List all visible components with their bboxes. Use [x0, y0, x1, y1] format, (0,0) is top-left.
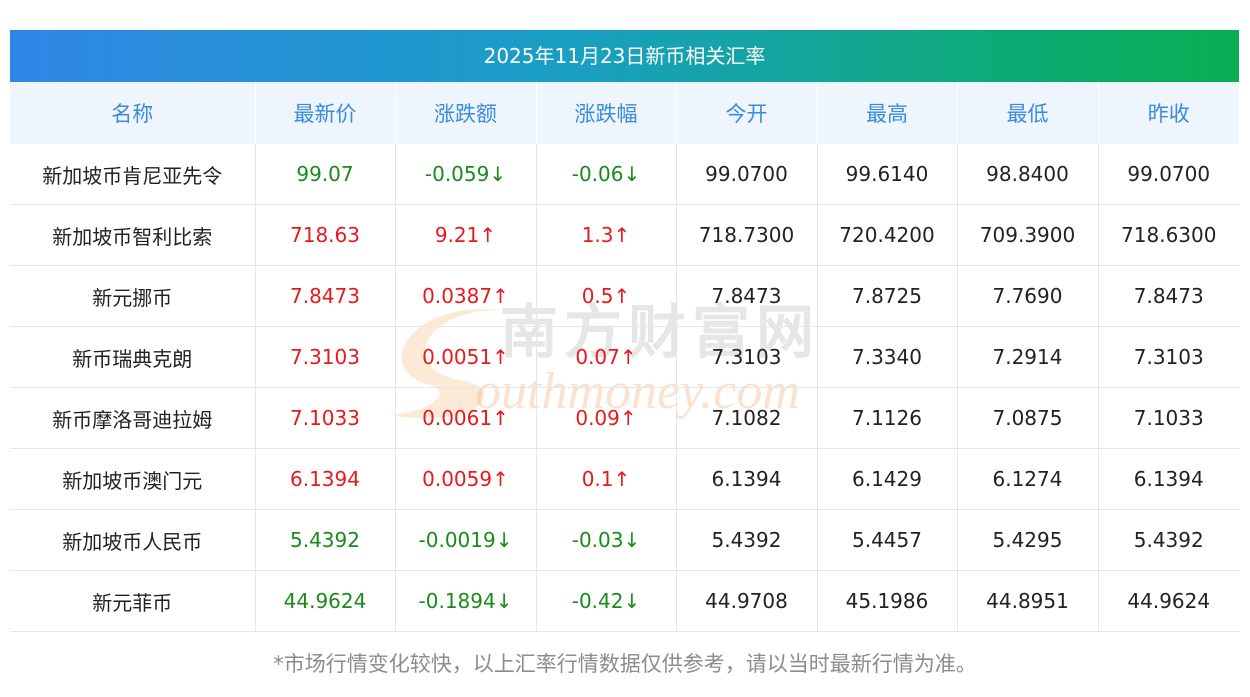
cell-low: 7.2914 — [957, 326, 1099, 388]
cell-change: -0.0019↓ — [395, 509, 537, 571]
cell-low: 44.8951 — [957, 570, 1099, 632]
table-row: 新元菲币 44.9624 -0.1894↓ -0.42↓ 44.9708 45.1986 4… — [10, 570, 1239, 632]
cell-pair-name: 新元挪币 — [10, 265, 256, 327]
table-row: 新加坡币智利比索 718.63 9.21↑ 1.3↑ 718.7300 720.4200 7… — [10, 204, 1239, 266]
cell-low: 7.7690 — [957, 265, 1099, 327]
rates-table: 名称 最新价 涨跌额 涨跌幅 今开 最高 最低 昨收 新加坡币肯尼亚先令 99.0… — [10, 82, 1239, 632]
table-row: 新加坡币澳门元 6.1394 0.0059↑ 0.1↑ 6.1394 6.1429 6.12… — [10, 448, 1239, 510]
cell-change: 9.21↑ — [395, 204, 537, 266]
cell-open: 7.1082 — [676, 387, 818, 449]
cell-high: 7.1126 — [817, 387, 958, 449]
column-header-prev-close: 昨收 — [1098, 82, 1239, 144]
cell-latest-price: 7.8473 — [255, 265, 396, 327]
column-header-high: 最高 — [817, 82, 958, 144]
cell-change-pct: -0.06↓ — [536, 144, 677, 205]
cell-latest-price: 5.4392 — [255, 509, 396, 571]
cell-open: 44.9708 — [676, 570, 818, 632]
table-body: 新加坡币肯尼亚先令 99.07 -0.059↓ -0.06↓ 99.0700 99.614… — [10, 144, 1239, 632]
cell-high: 7.8725 — [817, 265, 958, 327]
cell-change-pct: 0.07↑ — [536, 326, 677, 388]
cell-low: 7.0875 — [957, 387, 1099, 449]
column-header-latest: 最新价 — [255, 82, 396, 144]
cell-pair-name: 新加坡币肯尼亚先令 — [10, 144, 256, 205]
cell-prev-close: 6.1394 — [1098, 448, 1239, 510]
table-header-row: 名称 最新价 涨跌额 涨跌幅 今开 最高 最低 昨收 — [10, 82, 1239, 144]
cell-open: 6.1394 — [676, 448, 818, 510]
column-header-low: 最低 — [957, 82, 1099, 144]
cell-change: 0.0051↑ — [395, 326, 537, 388]
cell-low: 6.1274 — [957, 448, 1099, 510]
cell-prev-close: 44.9624 — [1098, 570, 1239, 632]
cell-latest-price: 7.1033 — [255, 387, 396, 449]
cell-change: 0.0387↑ — [395, 265, 537, 327]
cell-low: 98.8400 — [957, 144, 1099, 205]
column-header-change-pct: 涨跌幅 — [536, 82, 677, 144]
cell-latest-price: 44.9624 — [255, 570, 396, 632]
cell-high: 5.4457 — [817, 509, 958, 571]
table-row: 新加坡币肯尼亚先令 99.07 -0.059↓ -0.06↓ 99.0700 99.614… — [10, 144, 1239, 205]
cell-open: 7.3103 — [676, 326, 818, 388]
cell-change: 0.0061↑ — [395, 387, 537, 449]
cell-prev-close: 7.8473 — [1098, 265, 1239, 327]
cell-change-pct: 0.1↑ — [536, 448, 677, 510]
table-row: 新币摩洛哥迪拉姆 7.1033 0.0061↑ 0.09↑ 7.1082 7.1126 7.… — [10, 387, 1239, 449]
table-row: 新加坡币人民币 5.4392 -0.0019↓ -0.03↓ 5.4392 5.4457 5… — [10, 509, 1239, 571]
cell-high: 6.1429 — [817, 448, 958, 510]
cell-change-pct: 1.3↑ — [536, 204, 677, 266]
cell-change-pct: 0.5↑ — [536, 265, 677, 327]
cell-low: 5.4295 — [957, 509, 1099, 571]
cell-open: 718.7300 — [676, 204, 818, 266]
cell-change-pct: -0.03↓ — [536, 509, 677, 571]
cell-change: -0.059↓ — [395, 144, 537, 205]
cell-prev-close: 7.1033 — [1098, 387, 1239, 449]
cell-open: 99.0700 — [676, 144, 818, 205]
cell-pair-name: 新加坡币智利比索 — [10, 204, 256, 266]
cell-prev-close: 718.6300 — [1098, 204, 1239, 266]
column-header-name: 名称 — [10, 82, 256, 144]
cell-prev-close: 99.0700 — [1098, 144, 1239, 205]
column-header-open: 今开 — [676, 82, 818, 144]
table-row: 新币瑞典克朗 7.3103 0.0051↑ 0.07↑ 7.3103 7.3340 7.29… — [10, 326, 1239, 388]
footer-disclaimer: *市场行情变化较快，以上汇率行情数据仅供参考，请以当时最新行情为准。 — [273, 652, 977, 676]
cell-pair-name: 新加坡币人民币 — [10, 509, 256, 571]
cell-latest-price: 99.07 — [255, 144, 396, 205]
cell-pair-name: 新元菲币 — [10, 570, 256, 632]
cell-prev-close: 7.3103 — [1098, 326, 1239, 388]
cell-high: 99.6140 — [817, 144, 958, 205]
cell-pair-name: 新加坡币澳门元 — [10, 448, 256, 510]
cell-high: 45.1986 — [817, 570, 958, 632]
cell-high: 7.3340 — [817, 326, 958, 388]
cell-high: 720.4200 — [817, 204, 958, 266]
cell-pair-name: 新币摩洛哥迪拉姆 — [10, 387, 256, 449]
table-row: 新元挪币 7.8473 0.0387↑ 0.5↑ 7.8473 7.8725 7.7690 7… — [10, 265, 1239, 327]
cell-low: 709.3900 — [957, 204, 1099, 266]
cell-change: 0.0059↑ — [395, 448, 537, 510]
cell-change-pct: 0.09↑ — [536, 387, 677, 449]
cell-latest-price: 718.63 — [255, 204, 396, 266]
cell-latest-price: 6.1394 — [255, 448, 396, 510]
cell-change: -0.1894↓ — [395, 570, 537, 632]
cell-prev-close: 5.4392 — [1098, 509, 1239, 571]
cell-change-pct: -0.42↓ — [536, 570, 677, 632]
rates-panel: 2025年11月23日新币相关汇率 名称 最新价 涨跌额 涨跌幅 今开 最高 最… — [10, 30, 1239, 632]
page-title: 2025年11月23日新币相关汇率 — [10, 30, 1239, 82]
cell-pair-name: 新币瑞典克朗 — [10, 326, 256, 388]
column-header-change: 涨跌额 — [395, 82, 537, 144]
cell-latest-price: 7.3103 — [255, 326, 396, 388]
cell-open: 5.4392 — [676, 509, 818, 571]
cell-open: 7.8473 — [676, 265, 818, 327]
